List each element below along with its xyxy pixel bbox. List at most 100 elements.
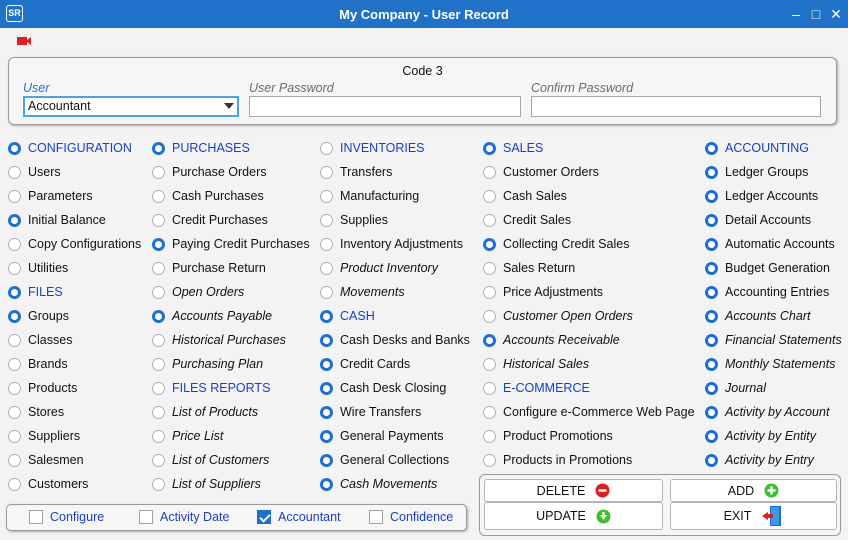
radio-button[interactable] <box>483 285 496 299</box>
radio-button[interactable] <box>152 477 165 491</box>
permission-option[interactable]: Transfers <box>320 163 392 181</box>
radio-button[interactable] <box>8 309 21 323</box>
permission-option[interactable]: Product Inventory <box>320 259 438 277</box>
checkbox-box[interactable] <box>139 510 153 524</box>
radio-button[interactable] <box>152 333 165 347</box>
delete-button[interactable]: DELETE <box>484 479 663 502</box>
permission-option[interactable]: Cash Desk Closing <box>320 379 446 397</box>
radio-button[interactable] <box>483 381 496 395</box>
radio-button[interactable] <box>152 165 165 179</box>
permission-option[interactable]: Accounts Payable <box>152 307 272 325</box>
permission-option[interactable]: Manufacturing <box>320 187 419 205</box>
radio-button[interactable] <box>705 213 718 227</box>
permission-option[interactable]: General Payments <box>320 427 444 445</box>
permission-option[interactable]: Ledger Accounts <box>705 187 818 205</box>
radio-button[interactable] <box>320 405 333 419</box>
permission-option[interactable]: Budget Generation <box>705 259 830 277</box>
password-field[interactable] <box>249 96 521 117</box>
permission-option[interactable]: Utilities <box>8 259 68 277</box>
permission-option[interactable]: Sales Return <box>483 259 575 277</box>
permission-option[interactable]: Classes <box>8 331 72 349</box>
add-button[interactable]: ADD <box>670 479 837 502</box>
permission-option[interactable]: Brands <box>8 355 68 373</box>
radio-button[interactable] <box>8 357 21 371</box>
permission-option[interactable]: INVENTORIES <box>320 139 425 157</box>
radio-button[interactable] <box>8 381 21 395</box>
radio-button[interactable] <box>320 429 333 443</box>
radio-button[interactable] <box>483 333 496 347</box>
permission-option[interactable]: Collecting Credit Sales <box>483 235 629 253</box>
radio-button[interactable] <box>320 237 333 251</box>
radio-button[interactable] <box>705 189 718 203</box>
radio-button[interactable] <box>705 141 718 155</box>
radio-button[interactable] <box>483 453 496 467</box>
permission-option[interactable]: Products <box>8 379 77 397</box>
permission-option[interactable]: E-COMMERCE <box>483 379 590 397</box>
radio-button[interactable] <box>152 189 165 203</box>
permission-option[interactable]: Financial Statements <box>705 331 842 349</box>
radio-button[interactable] <box>152 261 165 275</box>
permission-option[interactable]: Cash Purchases <box>152 187 264 205</box>
radio-button[interactable] <box>152 429 165 443</box>
radio-button[interactable] <box>320 285 333 299</box>
radio-button[interactable] <box>705 429 718 443</box>
radio-button[interactable] <box>320 261 333 275</box>
permission-option[interactable]: Credit Sales <box>483 211 571 229</box>
permission-option[interactable]: FILES <box>8 283 63 301</box>
confidence-checkbox[interactable]: Confidence <box>369 510 453 524</box>
permission-option[interactable]: Movements <box>320 283 405 301</box>
radio-button[interactable] <box>483 429 496 443</box>
radio-button[interactable] <box>152 285 165 299</box>
permission-option[interactable]: Detail Accounts <box>705 211 811 229</box>
permission-option[interactable]: Open Orders <box>152 283 244 301</box>
permission-option[interactable]: Automatic Accounts <box>705 235 835 253</box>
radio-button[interactable] <box>483 213 496 227</box>
radio-button[interactable] <box>152 213 165 227</box>
permission-option[interactable]: Users <box>8 163 61 181</box>
permission-option[interactable]: Cash Desks and Banks <box>320 331 470 349</box>
radio-button[interactable] <box>152 357 165 371</box>
radio-button[interactable] <box>8 237 21 251</box>
permission-option[interactable]: Purchase Orders <box>152 163 266 181</box>
confirm-password-field[interactable] <box>531 96 821 117</box>
radio-button[interactable] <box>483 405 496 419</box>
radio-button[interactable] <box>320 213 333 227</box>
permission-option[interactable]: Activity by Entity <box>705 427 816 445</box>
radio-button[interactable] <box>8 333 21 347</box>
permission-option[interactable]: Paying Credit Purchases <box>152 235 310 253</box>
minimize-button[interactable]: – <box>786 4 806 24</box>
permission-option[interactable]: Products in Promotions <box>483 451 632 469</box>
exit-button[interactable]: EXIT <box>670 502 837 530</box>
permission-option[interactable]: Credit Cards <box>320 355 410 373</box>
radio-button[interactable] <box>705 309 718 323</box>
radio-button[interactable] <box>483 141 496 155</box>
radio-button[interactable] <box>320 381 333 395</box>
update-button[interactable]: UPDATE <box>484 502 663 530</box>
radio-button[interactable] <box>8 285 21 299</box>
permission-option[interactable]: Cash Sales <box>483 187 567 205</box>
radio-button[interactable] <box>320 189 333 203</box>
maximize-button[interactable]: □ <box>806 4 826 24</box>
radio-button[interactable] <box>705 453 718 467</box>
activity-date-checkbox[interactable]: Activity Date <box>139 510 229 524</box>
permission-option[interactable]: SALES <box>483 139 543 157</box>
radio-button[interactable] <box>152 309 165 323</box>
radio-button[interactable] <box>483 165 496 179</box>
permission-option[interactable]: Accounting Entries <box>705 283 829 301</box>
permission-option[interactable]: Stores <box>8 403 64 421</box>
permission-option[interactable]: Purchase Return <box>152 259 266 277</box>
radio-button[interactable] <box>320 477 333 491</box>
permission-option[interactable]: Historical Purchases <box>152 331 286 349</box>
permission-option[interactable]: Copy Configurations <box>8 235 141 253</box>
chevron-down-icon[interactable] <box>224 103 234 109</box>
radio-button[interactable] <box>8 477 21 491</box>
radio-button[interactable] <box>320 309 333 323</box>
radio-button[interactable] <box>705 381 718 395</box>
radio-button[interactable] <box>483 237 496 251</box>
permission-option[interactable]: Wire Transfers <box>320 403 421 421</box>
permission-option[interactable]: Configure e-Commerce Web Page <box>483 403 695 421</box>
radio-button[interactable] <box>8 453 21 467</box>
permission-option[interactable]: Journal <box>705 379 766 397</box>
permission-option[interactable]: Inventory Adjustments <box>320 235 463 253</box>
radio-button[interactable] <box>8 141 21 155</box>
